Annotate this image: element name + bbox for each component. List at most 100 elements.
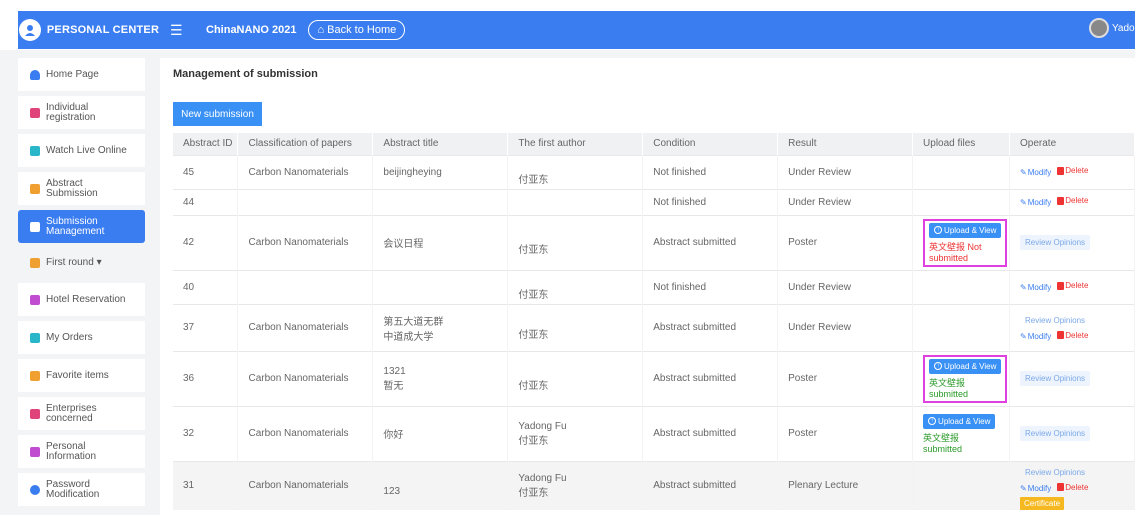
cell-title: 你好: [372, 405, 509, 461]
cell-text: 42: [183, 237, 195, 248]
back-home-label: Back to Home: [327, 24, 397, 36]
table-row: 31 Carbon Nanomaterials 123 Yadong Fu 付亚东 Abs…: [173, 460, 1135, 510]
sidebar-item-bag[interactable]: My Orders: [18, 321, 145, 354]
cell-text: Under Review: [788, 166, 851, 178]
cell-text: 1321 暂无: [383, 365, 406, 392]
upload-view-button[interactable]: ↑ Upload & View: [929, 222, 1002, 238]
sidebar-item-document[interactable]: Submission Management: [18, 210, 145, 243]
review-opinions-button[interactable]: Review Opinions: [1020, 426, 1091, 441]
new-submission-button[interactable]: New submission: [173, 102, 262, 126]
upload-view-button[interactable]: ↑ Upload & View: [929, 358, 1002, 374]
cell-text: Abstract submitted: [653, 373, 737, 384]
cell-author: Yadong Fu 付亚东: [507, 460, 644, 510]
cell-id: 42: [173, 214, 239, 270]
sidebar-item-label: Hotel Reservation: [46, 293, 126, 305]
certificate-button[interactable]: Certificate: [1020, 497, 1065, 510]
brand-label: PERSONAL CENTER: [46, 24, 160, 36]
modify-button[interactable]: ✎ Modify: [1020, 198, 1051, 207]
pencil-icon: ✎: [1020, 332, 1027, 342]
modify-button[interactable]: ✎ Modify: [1020, 168, 1051, 177]
sidebar-item-hotel[interactable]: Hotel Reservation: [18, 283, 145, 316]
submission-table: Abstract ID Classification of papers Abstr…: [173, 133, 1135, 510]
cell-condition: Abstract submitted: [642, 350, 779, 406]
sidebar-item-star[interactable]: Favorite items: [18, 359, 145, 392]
cell-text: Carbon Nanomaterials: [248, 166, 349, 178]
sidebar-item-video[interactable]: Watch Live Online: [18, 134, 145, 167]
cell-text: Under Review: [788, 322, 851, 333]
page-title: Management of submission: [173, 68, 318, 80]
upload-status: 英文壁报 submitted: [923, 432, 963, 454]
cell-result: Poster: [777, 214, 914, 270]
cell-author: [507, 188, 644, 215]
sidebar-item-label: Password Modification: [46, 478, 100, 500]
cell-operate: Review Opinions: [1009, 214, 1135, 270]
sidebar: Home Page Individual registration Watch Liv…: [18, 58, 145, 511]
sidebar-item-key[interactable]: Password Modification: [18, 473, 145, 506]
cell-text: 第五大道无群 中道成大学: [383, 316, 444, 343]
edit-icon: [30, 183, 40, 194]
cell-text: Not finished: [653, 196, 707, 208]
sidebar-item-label: My Orders: [46, 331, 93, 343]
cell-author: 付亚东: [507, 214, 644, 270]
modify-button[interactable]: ✎ Modify: [1020, 332, 1051, 341]
sidebar-item-home[interactable]: Home Page: [18, 58, 145, 91]
upload-view-button[interactable]: ↑ Upload & View: [923, 413, 996, 429]
modify-label: Modify: [1027, 197, 1052, 207]
sidebar-item-id-card[interactable]: Individual registration: [18, 96, 145, 129]
delete-button[interactable]: Delete: [1057, 196, 1088, 205]
trash-icon: [1057, 281, 1065, 290]
sidebar-item-profile[interactable]: Personal Information: [18, 435, 145, 468]
review-opinions-button[interactable]: Review Opinions: [1020, 465, 1090, 480]
modify-button[interactable]: ✎ Modify: [1020, 283, 1051, 292]
column-header: The first author: [507, 133, 644, 155]
cell-upload: [912, 188, 1011, 215]
avatar[interactable]: [1089, 18, 1109, 38]
cell-text: 付亚东: [518, 245, 549, 256]
cell-text: Carbon Nanomaterials: [248, 480, 349, 492]
modify-button[interactable]: ✎ Modify: [1020, 484, 1051, 493]
back-home-button[interactable]: ⌂ Back to Home: [308, 20, 406, 40]
cell-upload: ↑ Upload & View 英文壁报 submitted: [912, 405, 1011, 461]
cell-text: Abstract submitted: [653, 480, 737, 492]
sidebar-item-user[interactable]: First round ▾: [18, 248, 145, 278]
cell-title: beijingheying: [372, 154, 509, 189]
sidebar-item-edit[interactable]: Abstract Submission: [18, 172, 145, 205]
username[interactable]: Yado: [1112, 23, 1135, 34]
cell-upload: [912, 460, 1011, 510]
hamburger-icon[interactable]: ☰: [170, 22, 188, 39]
delete-button[interactable]: Delete: [1057, 331, 1088, 340]
cell-text: 32: [183, 428, 195, 439]
delete-button[interactable]: Delete: [1057, 166, 1088, 175]
review-opinions-button[interactable]: Review Opinions: [1020, 235, 1091, 250]
review-opinions-button[interactable]: Review Opinions: [1020, 313, 1090, 328]
video-icon: [30, 145, 40, 156]
cell-classification: Carbon Nanomaterials: [237, 214, 374, 270]
cell-condition: Abstract submitted: [642, 405, 779, 461]
column-header: Operate: [1009, 133, 1135, 155]
modify-label: Modify: [1027, 332, 1052, 342]
delete-button[interactable]: Delete: [1057, 281, 1088, 290]
sidebar-item-label: Individual registration: [46, 101, 96, 123]
cell-result: Poster: [777, 350, 914, 406]
star-icon: [30, 370, 40, 381]
cell-text: Abstract submitted: [653, 322, 737, 333]
cell-operate: ✎ Modify Delete: [1009, 188, 1135, 215]
cell-upload: [912, 154, 1011, 189]
cell-text: 会议日程: [383, 239, 424, 250]
cell-title: 123: [372, 460, 509, 510]
delete-button[interactable]: Delete: [1057, 483, 1088, 492]
review-opinions-button[interactable]: Review Opinions: [1020, 371, 1091, 386]
sidebar-item-briefcase[interactable]: Enterprises concerned: [18, 397, 145, 430]
column-header: Condition: [642, 133, 779, 155]
table-header-row: Abstract ID Classification of papers Abstr…: [173, 133, 1135, 155]
column-header: Result: [777, 133, 914, 155]
cell-author: 付亚东: [507, 303, 644, 351]
cell-title: [372, 269, 509, 304]
cell-text: Yadong Fu 付亚东: [518, 472, 567, 499]
conference-name: ChinaNANO 2021: [206, 24, 297, 36]
cell-classification: Carbon Nanomaterials: [237, 303, 374, 351]
home-icon: [30, 69, 40, 80]
cell-text: 123: [383, 486, 401, 498]
modify-label: Modify: [1027, 167, 1052, 177]
cell-operate: Review Opinions: [1009, 350, 1135, 406]
